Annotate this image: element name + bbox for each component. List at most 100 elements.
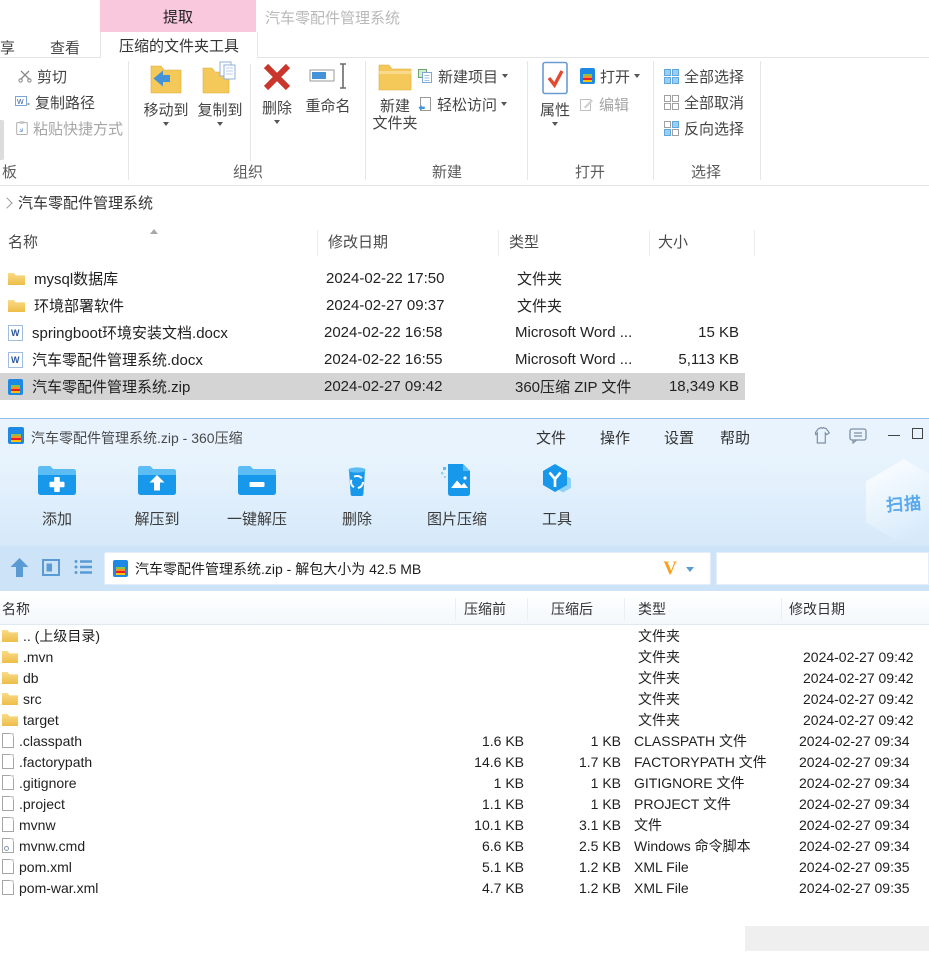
move-to-label: 移动到 <box>143 102 188 119</box>
zip360-titlebar[interactable]: 汽车零配件管理系统.zip - 360压缩 文件 操作 设置 帮助 <box>0 419 929 453</box>
extract-to-button[interactable]: 解压到 <box>117 453 197 546</box>
column-header-after[interactable]: 压缩后 <box>528 598 625 620</box>
search-input[interactable] <box>716 552 929 585</box>
open-button[interactable]: 打开 <box>580 66 640 86</box>
file-name: 汽车零配件管理系统.zip <box>23 376 314 397</box>
svg-text:W: W <box>17 99 24 106</box>
feedback-icon[interactable] <box>849 428 868 449</box>
word-icon <box>8 325 23 341</box>
entry-type: 文件夹 <box>625 647 795 667</box>
properties-label: 属性 <box>540 102 570 119</box>
copy-to-button[interactable]: 复制到 <box>194 61 246 126</box>
tab-extract[interactable]: 提取 <box>100 0 256 32</box>
archive-entry-row[interactable]: .gitignore 1 KB 1 KB GITIGNORE 文件 2024-0… <box>0 772 929 793</box>
column-header-type[interactable]: 类型 <box>625 598 782 620</box>
archive-entry-row[interactable]: mvnw 10.1 KB 3.1 KB 文件 2024-02-27 09:34 <box>0 814 929 835</box>
vip-v-badge[interactable]: V <box>663 558 677 580</box>
minimize-button[interactable] <box>888 435 900 436</box>
properties-check-icon <box>540 61 570 99</box>
archive-entry-row[interactable]: pom-war.xml 4.7 KB 1.2 KB XML File 2024-… <box>0 877 929 898</box>
edit-button[interactable]: 编辑 <box>580 94 629 114</box>
folder-icon <box>2 671 18 684</box>
invert-selection-button[interactable]: 反向选择 <box>664 118 744 138</box>
column-header-date[interactable]: 修改日期 <box>782 598 929 620</box>
column-header-before[interactable]: 压缩前 <box>456 598 528 620</box>
file-row[interactable]: 汽车零配件管理系统.zip 2024-02-27 09:42 360压缩 ZIP… <box>0 373 745 400</box>
folder-icon <box>8 272 25 285</box>
select-none-button[interactable]: 全部取消 <box>664 92 744 112</box>
zip360-address-row: 汽车零配件管理系统.zip - 解包大小为 42.5 MB V <box>0 546 929 591</box>
tab-share-partial[interactable]: 享 <box>0 37 15 58</box>
entry-name: .mvn <box>18 649 456 665</box>
file-row[interactable]: 环境部署软件 2024-02-27 09:37 文件夹 <box>0 292 745 319</box>
screen: 提取 汽车零配件管理系统 享 查看 压缩的文件夹工具 剪切 W 复制路径 粘贴快… <box>0 0 929 955</box>
file-row[interactable]: springboot环境安装文档.docx 2024-02-22 16:58 M… <box>0 319 745 346</box>
paste-shortcut-button[interactable]: 粘贴快捷方式 <box>16 118 123 138</box>
archive-entry-row[interactable]: .factorypath 14.6 KB 1.7 KB FACTORYPATH … <box>0 751 929 772</box>
archive-entry-row[interactable]: pom.xml 5.1 KB 1.2 KB XML File 2024-02-2… <box>0 856 929 877</box>
menu-help[interactable]: 帮助 <box>720 427 750 448</box>
tab-view[interactable]: 查看 <box>50 37 80 58</box>
file-date: 2024-02-22 16:55 <box>314 351 505 368</box>
properties-button[interactable]: 属性 <box>532 61 578 126</box>
file-size: 15 KB <box>666 324 739 341</box>
divider <box>527 61 528 180</box>
new-item-button[interactable]: 新建项目 <box>418 66 508 86</box>
rename-button[interactable]: 重命名 <box>300 61 356 115</box>
chevron-down-icon[interactable] <box>686 567 694 572</box>
select-group-label: 选择 <box>691 161 721 182</box>
delete-button[interactable]: 删除 <box>254 61 300 124</box>
archive-address-text: 汽车零配件管理系统.zip - 解包大小为 42.5 MB <box>135 559 421 579</box>
edit-pencil-icon <box>580 97 594 111</box>
easy-access-button[interactable]: 轻松访问 <box>418 94 507 114</box>
menu-settings[interactable]: 设置 <box>664 427 694 448</box>
menu-action[interactable]: 操作 <box>600 427 630 448</box>
archive-entry-row[interactable]: .. (上级目录) 文件夹 <box>0 625 929 646</box>
tab-compressed-folder-tools[interactable]: 压缩的文件夹工具 <box>100 32 258 58</box>
one-click-extract-button[interactable]: 一键解压 <box>217 453 297 546</box>
archive-entry-row[interactable]: .classpath 1.6 KB 1 KB CLASSPATH 文件 2024… <box>0 730 929 751</box>
entry-date: 2024-02-27 09:42 <box>795 670 929 686</box>
move-to-button[interactable]: 移动到 <box>140 61 192 126</box>
zip360-window-title: 汽车零配件管理系统.zip - 360压缩 <box>31 428 243 448</box>
panel-view-icon[interactable] <box>42 559 60 581</box>
theme-shirt-icon[interactable] <box>811 427 832 449</box>
column-header-date[interactable]: 修改日期 <box>318 230 499 256</box>
open-group-label: 打开 <box>575 161 605 182</box>
archive-entry-row[interactable]: target 文件夹 2024-02-27 09:42 <box>0 709 929 730</box>
column-header-name[interactable]: 名称 <box>0 598 456 620</box>
menu-file[interactable]: 文件 <box>536 427 566 448</box>
column-header-name[interactable]: 名称 <box>0 230 318 256</box>
copy-path-button[interactable]: W 复制路径 <box>15 92 95 112</box>
image-compress-button[interactable]: 图片压缩 <box>417 453 497 546</box>
maximize-button[interactable] <box>912 428 923 439</box>
file-row[interactable]: 汽车零配件管理系统.docx 2024-02-22 16:55 Microsof… <box>0 346 745 373</box>
column-header-size[interactable]: 大小 <box>650 230 755 256</box>
archive-entry-row[interactable]: mvnw.cmd 6.6 KB 2.5 KB Windows 命令脚本 2024… <box>0 835 929 856</box>
folder-icon <box>8 299 25 312</box>
add-button[interactable]: 添加 <box>17 453 97 546</box>
delete-button-zip[interactable]: 删除 <box>317 453 397 546</box>
archive-entry-row[interactable]: db 文件夹 2024-02-27 09:42 <box>0 667 929 688</box>
breadcrumb[interactable]: 汽车零配件管理系统 <box>0 186 929 219</box>
archive-entry-row[interactable]: .mvn 文件夹 2024-02-27 09:42 <box>0 646 929 667</box>
file-type: 360压缩 ZIP 文件 <box>505 376 666 397</box>
breadcrumb-path: 汽车零配件管理系统 <box>18 192 153 213</box>
file-row[interactable]: mysql数据库 2024-02-22 17:50 文件夹 <box>0 265 745 292</box>
extract-folder-icon <box>137 462 177 503</box>
entry-date: 2024-02-27 09:42 <box>795 691 929 707</box>
list-view-icon[interactable] <box>74 559 93 580</box>
tools-button[interactable]: 工具 <box>517 453 597 546</box>
archive-address-bar[interactable]: 汽车零配件管理系统.zip - 解包大小为 42.5 MB V <box>104 552 711 585</box>
up-arrow-icon[interactable] <box>9 557 30 583</box>
column-header-type[interactable]: 类型 <box>499 230 650 256</box>
archive-entry-row[interactable]: src 文件夹 2024-02-27 09:42 <box>0 688 929 709</box>
new-folder-label: 新建 <box>380 98 410 115</box>
archive-entry-row[interactable]: .project 1.1 KB 1 KB PROJECT 文件 2024-02-… <box>0 793 929 814</box>
new-folder-button[interactable]: 新建文件夹 <box>370 61 420 132</box>
doc-icon <box>2 733 14 748</box>
select-all-button[interactable]: 全部选择 <box>664 66 744 86</box>
entry-name: mvnw.cmd <box>14 838 452 854</box>
entry-size-before: 1 KB <box>452 775 524 791</box>
cut-button[interactable]: 剪切 <box>18 66 67 86</box>
